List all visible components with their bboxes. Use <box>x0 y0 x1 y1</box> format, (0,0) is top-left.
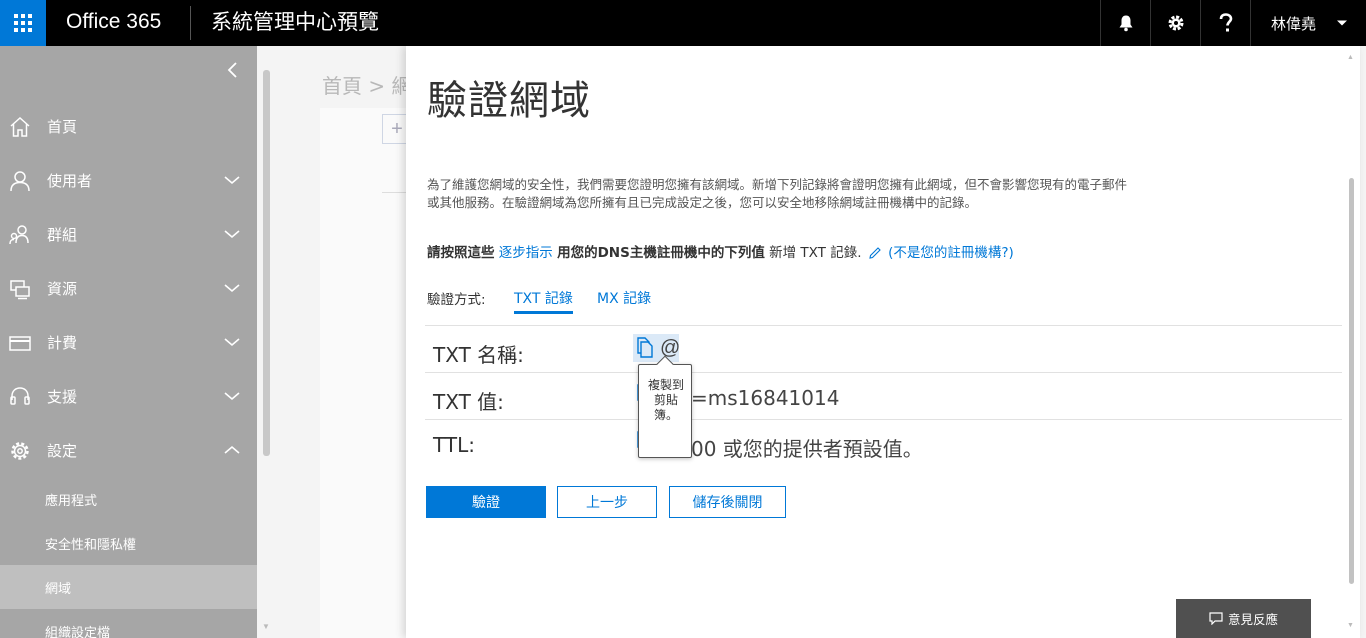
instruction-part2: 用您的DNS主機註冊機中的下列值 <box>557 245 765 261</box>
user-name: 林偉堯 <box>1271 14 1317 33</box>
record-value: 00 或您的提供者預設值。 <box>691 437 923 461</box>
nav-item-label: 設定 <box>47 441 78 460</box>
pencil-icon[interactable] <box>868 246 882 260</box>
notifications-button[interactable] <box>1100 0 1150 46</box>
settings-button[interactable] <box>1150 0 1200 46</box>
nav-item-label: 支援 <box>47 387 78 406</box>
billing-icon <box>9 336 31 351</box>
scroll-down-arrow-icon[interactable]: ▼ <box>1347 622 1354 629</box>
nav-item-support[interactable]: 支援 <box>0 369 257 423</box>
chevron-down-icon <box>224 392 240 401</box>
chevron-down-icon <box>224 176 240 185</box>
background-scrollbar[interactable] <box>263 70 270 456</box>
chevron-down-icon <box>224 338 240 347</box>
nav-subitem-label: 安全性和隱私權 <box>45 538 137 553</box>
group-icon <box>9 225 29 245</box>
bell-icon <box>1119 15 1132 32</box>
feedback-label: 意見反應 <box>1227 612 1278 627</box>
verification-method-label: 驗證方式: <box>427 292 486 308</box>
nav-subitem-domains[interactable]: 網域 <box>0 565 257 609</box>
headset-icon <box>10 387 30 405</box>
copy-icon <box>637 337 653 358</box>
tab-mx-record[interactable]: MX 記錄 <box>597 288 651 308</box>
nav-subitem-org-profile[interactable]: 組織設定檔 <box>0 609 257 638</box>
divider <box>382 192 406 193</box>
nav-item-label: 群組 <box>47 225 78 244</box>
scroll-down-arrow-icon[interactable]: ▼ <box>262 622 270 631</box>
instruction-part3: 新增 <box>769 245 797 261</box>
feedback-button[interactable]: 意見反應 <box>1176 599 1311 638</box>
panel-description: 為了維護您網域的安全性，我們需要您證明您擁有該網域。新增下列記錄將會證明您擁有此… <box>427 177 1128 210</box>
nav-item-label: 計費 <box>47 333 78 352</box>
nav-subitem-apps[interactable]: 應用程式 <box>0 477 257 521</box>
breadcrumb[interactable]: 首頁 > 網域 <box>322 70 406 99</box>
nav-subitem-label: 應用程式 <box>45 494 98 509</box>
tab-txt-record[interactable]: TXT 記錄 <box>514 288 573 314</box>
background-card <box>320 108 406 638</box>
gear-icon <box>1168 15 1183 31</box>
record-row-txt-value: TXT 值: =ms16841014 <box>425 372 1342 419</box>
top-bar: Office 365 系統管理中心預覽 林偉堯 <box>0 0 1366 46</box>
instruction-text: 請按照這些 逐步指示 用您的DNS主機註冊機中的下列值 新增 TXT 記錄. (… <box>427 241 1014 261</box>
chevron-down-icon <box>1337 20 1347 26</box>
help-button[interactable] <box>1200 0 1250 46</box>
nav-item-label: 使用者 <box>47 171 93 190</box>
scroll-up-arrow-icon[interactable]: ▲ <box>1347 54 1354 61</box>
nav-subitem-label: 組織設定檔 <box>45 626 111 638</box>
gear-icon <box>11 442 29 460</box>
user-menu[interactable]: 林偉堯 <box>1250 0 1366 46</box>
record-row-txt-name: TXT 名稱: @ <box>425 325 1342 372</box>
nav-item-billing[interactable]: 計費 <box>0 315 257 369</box>
nav-item-groups[interactable]: 群組 <box>0 207 257 261</box>
verify-domain-panel: 驗證網域 為了維護您網域的安全性，我們需要您證明您擁有該網域。新增下列記錄將會證… <box>406 46 1360 638</box>
help-icon <box>1219 13 1232 32</box>
app-launcher-icon <box>14 14 32 32</box>
chevron-down-icon <box>224 230 240 239</box>
nav-item-label: 資源 <box>47 279 78 298</box>
collapse-nav-icon[interactable] <box>224 60 242 80</box>
left-navigation: 首頁 使用者 群組 資源 計費 支援 設定 應用程式 安全性和隱私權 網域 組織… <box>0 46 257 638</box>
chevron-up-icon <box>224 445 240 454</box>
step-by-step-link[interactable]: 逐步指示 <box>499 245 553 261</box>
record-label: TXT 值: <box>433 390 504 414</box>
record-value: =ms16841014 <box>691 386 840 410</box>
panel-title: 驗證網域 <box>427 78 591 124</box>
record-label: TXT 名稱: <box>433 343 524 367</box>
feedback-icon <box>1209 612 1223 625</box>
record-label: TTL: <box>433 433 475 457</box>
nav-item-resources[interactable]: 資源 <box>0 261 257 315</box>
brand-title[interactable]: Office 365 <box>66 0 161 46</box>
home-icon <box>10 116 30 137</box>
nav-item-settings[interactable]: 設定 <box>0 423 257 477</box>
app-title: 系統管理中心預覽 <box>211 10 379 34</box>
copy-tooltip: 複製到剪貼簿。 <box>638 355 692 458</box>
instruction-part4: TXT 記錄. <box>800 245 862 261</box>
app-launcher-button[interactable] <box>0 0 46 46</box>
instruction-part1: 請按照這些 <box>427 245 495 261</box>
user-icon <box>10 171 30 192</box>
nav-item-label: 首頁 <box>47 117 78 136</box>
record-row-ttl: TTL: 00 或您的提供者預設值。 <box>425 419 1342 466</box>
not-your-registrar-link[interactable]: (不是您的註冊機構?) <box>888 245 1014 261</box>
back-button[interactable]: 上一步 <box>557 486 657 518</box>
save-close-button[interactable]: 儲存後關閉 <box>669 486 786 518</box>
nav-item-home[interactable]: 首頁 <box>0 99 257 153</box>
copy-button[interactable]: @ <box>633 334 680 362</box>
nav-subitem-security-privacy[interactable]: 安全性和隱私權 <box>0 521 257 565</box>
nav-subitem-label: 網域 <box>45 582 72 597</box>
verify-button[interactable]: 驗證 <box>426 486 546 518</box>
chevron-down-icon <box>224 284 240 293</box>
nav-item-users[interactable]: 使用者 <box>0 153 257 207</box>
topbar-divider <box>190 6 191 40</box>
tooltip-text: 複製到剪貼簿。 <box>647 378 684 422</box>
resources-icon <box>10 280 30 300</box>
panel-scrollbar[interactable] <box>1349 178 1354 584</box>
